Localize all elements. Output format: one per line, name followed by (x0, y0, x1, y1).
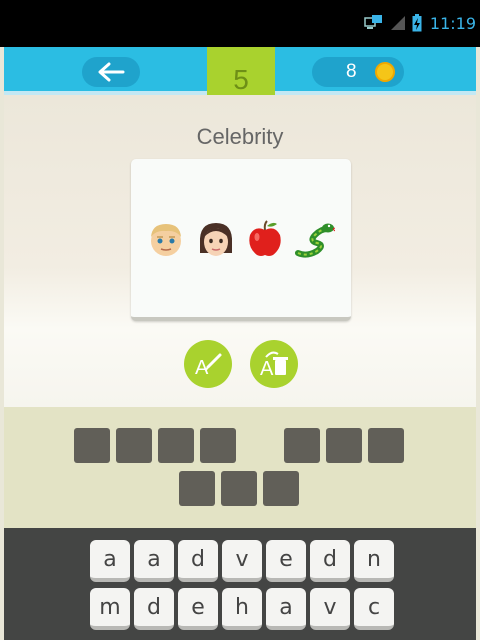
letter-keyboard: a a d v e d n m d e h a v c (4, 528, 476, 640)
letter-key[interactable]: v (222, 540, 262, 582)
letter-key[interactable]: c (354, 588, 394, 630)
woman-face-icon (199, 223, 233, 256)
answer-slot[interactable] (200, 428, 236, 463)
letter-key[interactable]: n (354, 540, 394, 582)
green-snake-icon (295, 223, 335, 258)
signal-icon (390, 16, 405, 30)
letter-key[interactable]: d (134, 588, 174, 630)
answer-slot[interactable] (221, 471, 257, 506)
coin-counter[interactable]: 8 (312, 57, 404, 87)
status-bar: 11:19 (0, 0, 480, 47)
letter-key[interactable]: d (178, 540, 218, 582)
coin-count: 8 (346, 61, 357, 82)
answer-slot[interactable] (284, 428, 320, 463)
letter-key[interactable]: h (222, 588, 262, 630)
blond-man-face-icon (151, 224, 181, 256)
battery-icon (412, 14, 422, 32)
reveal-letter-button[interactable]: A (184, 340, 232, 388)
remove-letters-icon: A (260, 351, 288, 379)
network-icon (364, 15, 382, 29)
answer-slot[interactable] (368, 428, 404, 463)
back-arrow-icon (98, 62, 125, 82)
letter-key[interactable]: a (134, 540, 174, 582)
letter-key[interactable]: a (266, 588, 306, 630)
letter-key[interactable]: m (90, 588, 130, 630)
answer-slot[interactable] (263, 471, 299, 506)
remove-letters-button[interactable]: A (250, 340, 298, 388)
letter-key[interactable]: e (266, 540, 306, 582)
svg-text:A: A (260, 358, 274, 379)
answer-area (4, 407, 476, 528)
letter-key[interactable]: d (310, 540, 350, 582)
status-icons: 11:19 (364, 12, 476, 34)
level-number: 5 (233, 63, 249, 95)
reveal-letter-icon: A (195, 353, 222, 379)
answer-slot[interactable] (74, 428, 110, 463)
answer-slot[interactable] (116, 428, 152, 463)
back-button[interactable] (82, 57, 140, 87)
category-title: Celebrity (196, 124, 284, 149)
letter-key[interactable]: v (310, 588, 350, 630)
answer-slot[interactable] (158, 428, 194, 463)
status-time: 11:19 (429, 13, 476, 33)
answer-slot[interactable] (326, 428, 362, 463)
coin-icon (375, 62, 395, 82)
letter-key[interactable]: e (178, 588, 218, 630)
answer-slot[interactable] (179, 471, 215, 506)
letter-key[interactable]: a (90, 540, 130, 582)
emoji-card (131, 159, 351, 321)
red-apple-icon (249, 220, 281, 256)
